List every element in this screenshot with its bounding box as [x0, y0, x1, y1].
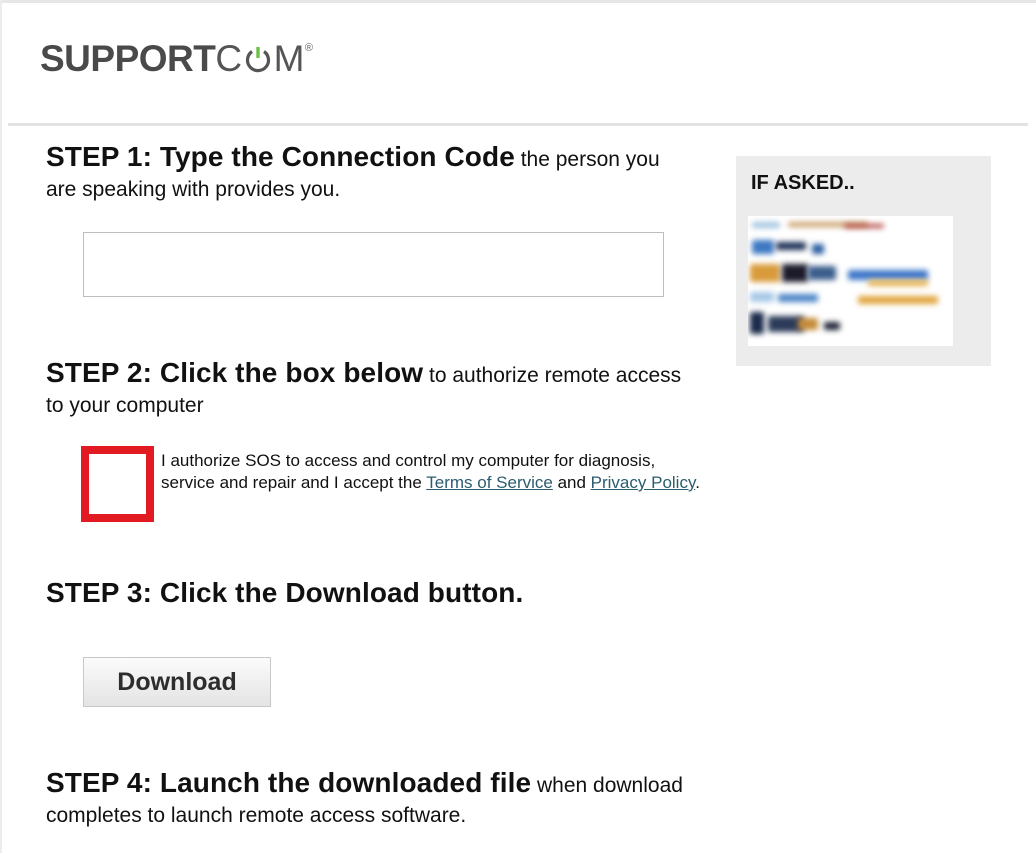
step-3-title: STEP 3: Click the Download button. — [46, 577, 524, 608]
logo-m: M — [273, 37, 305, 79]
authorize-checkbox[interactable] — [81, 446, 154, 522]
header-divider — [8, 123, 1028, 126]
step-4-heading: STEP 4: Launch the downloaded file when … — [46, 768, 686, 831]
step-2-heading: STEP 2: Click the box below to authorize… — [46, 358, 686, 421]
if-asked-title: IF ASKED.. — [751, 172, 855, 194]
support-com-logo: SUPPORTC M® — [40, 33, 313, 78]
step-3-heading: STEP 3: Click the Download button. — [46, 578, 686, 611]
top-rule — [0, 0, 1036, 3]
blurred-screenshot-image — [748, 216, 953, 346]
step-1-heading: STEP 1: Type the Connection Code the per… — [46, 142, 686, 205]
step-1-title: STEP 1: Type the Connection Code — [46, 141, 515, 172]
auth-text-after: . — [695, 473, 700, 492]
terms-of-service-link[interactable]: Terms of Service — [426, 473, 553, 492]
left-edge — [0, 0, 2, 853]
auth-and-text: and — [552, 473, 591, 492]
power-icon — [243, 42, 273, 72]
logo-bold: SUPPORT — [40, 37, 216, 79]
authorization-statement: I authorize SOS to access and control my… — [161, 450, 701, 494]
connection-code-input[interactable] — [83, 232, 664, 297]
privacy-policy-link[interactable]: Privacy Policy — [591, 473, 696, 492]
logo-c: C — [215, 37, 242, 79]
logo-trademark: ® — [304, 41, 313, 54]
logo-text: SUPPORTC M® — [40, 28, 313, 79]
download-button[interactable]: Download — [83, 657, 271, 707]
if-asked-panel: IF ASKED.. — [736, 156, 991, 366]
step-4-title: STEP 4: Launch the downloaded file — [46, 767, 532, 798]
step-2-title: STEP 2: Click the box below — [46, 357, 424, 388]
